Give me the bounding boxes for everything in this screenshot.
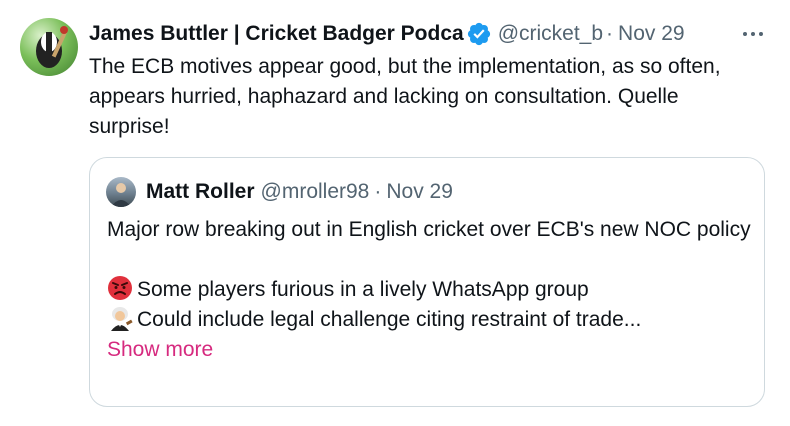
person-photo-icon [111,183,131,207]
judge-emoji [111,307,133,331]
quoted-tweet-date[interactable]: Nov 29 [386,180,453,204]
separator-dot: · [606,22,614,45]
quoted-line-2: Some players furious in a lively WhatsAp… [137,278,589,301]
quoted-author-handle[interactable]: @mroller98 [261,180,370,204]
verified-badge-icon [467,22,490,46]
quoted-line-2-row: Some players furious in a lively WhatsAp… [107,275,757,305]
quoted-tweet-text: Major row breaking out in English cricke… [107,215,757,365]
tweet-text: The ECB motives appear good, but the imp… [89,55,721,138]
more-options-icon[interactable] [736,18,770,50]
quoted-author-avatar[interactable] [106,177,136,207]
quoted-line-3-row: Could include legal challenge citing res… [107,305,757,335]
quoted-line-3: Could include legal challenge citing res… [137,308,642,331]
badger-logo-icon [36,26,69,68]
author-avatar[interactable] [20,18,78,76]
show-more-link[interactable]: Show more [107,335,757,365]
tweet-header: James Buttler | Cricket Badger Podca @cr… [89,18,770,50]
quoted-tweet-header: Matt Roller @mroller98 · Nov 29 [106,176,453,208]
quoted-tweet[interactable]: Matt Roller @mroller98 · Nov 29 Major ro… [89,157,765,407]
tweet-date[interactable]: Nov 29 [618,18,685,50]
quoted-separator-dot: · [374,180,382,203]
quoted-line-1: Major row breaking out in English cricke… [107,218,751,241]
author-handle[interactable]: @cricket_b [498,18,603,50]
author-name[interactable]: James Buttler | Cricket Badger Podca [89,18,464,50]
angry-face-emoji [108,276,132,300]
quoted-author-name[interactable]: Matt Roller [146,180,255,204]
